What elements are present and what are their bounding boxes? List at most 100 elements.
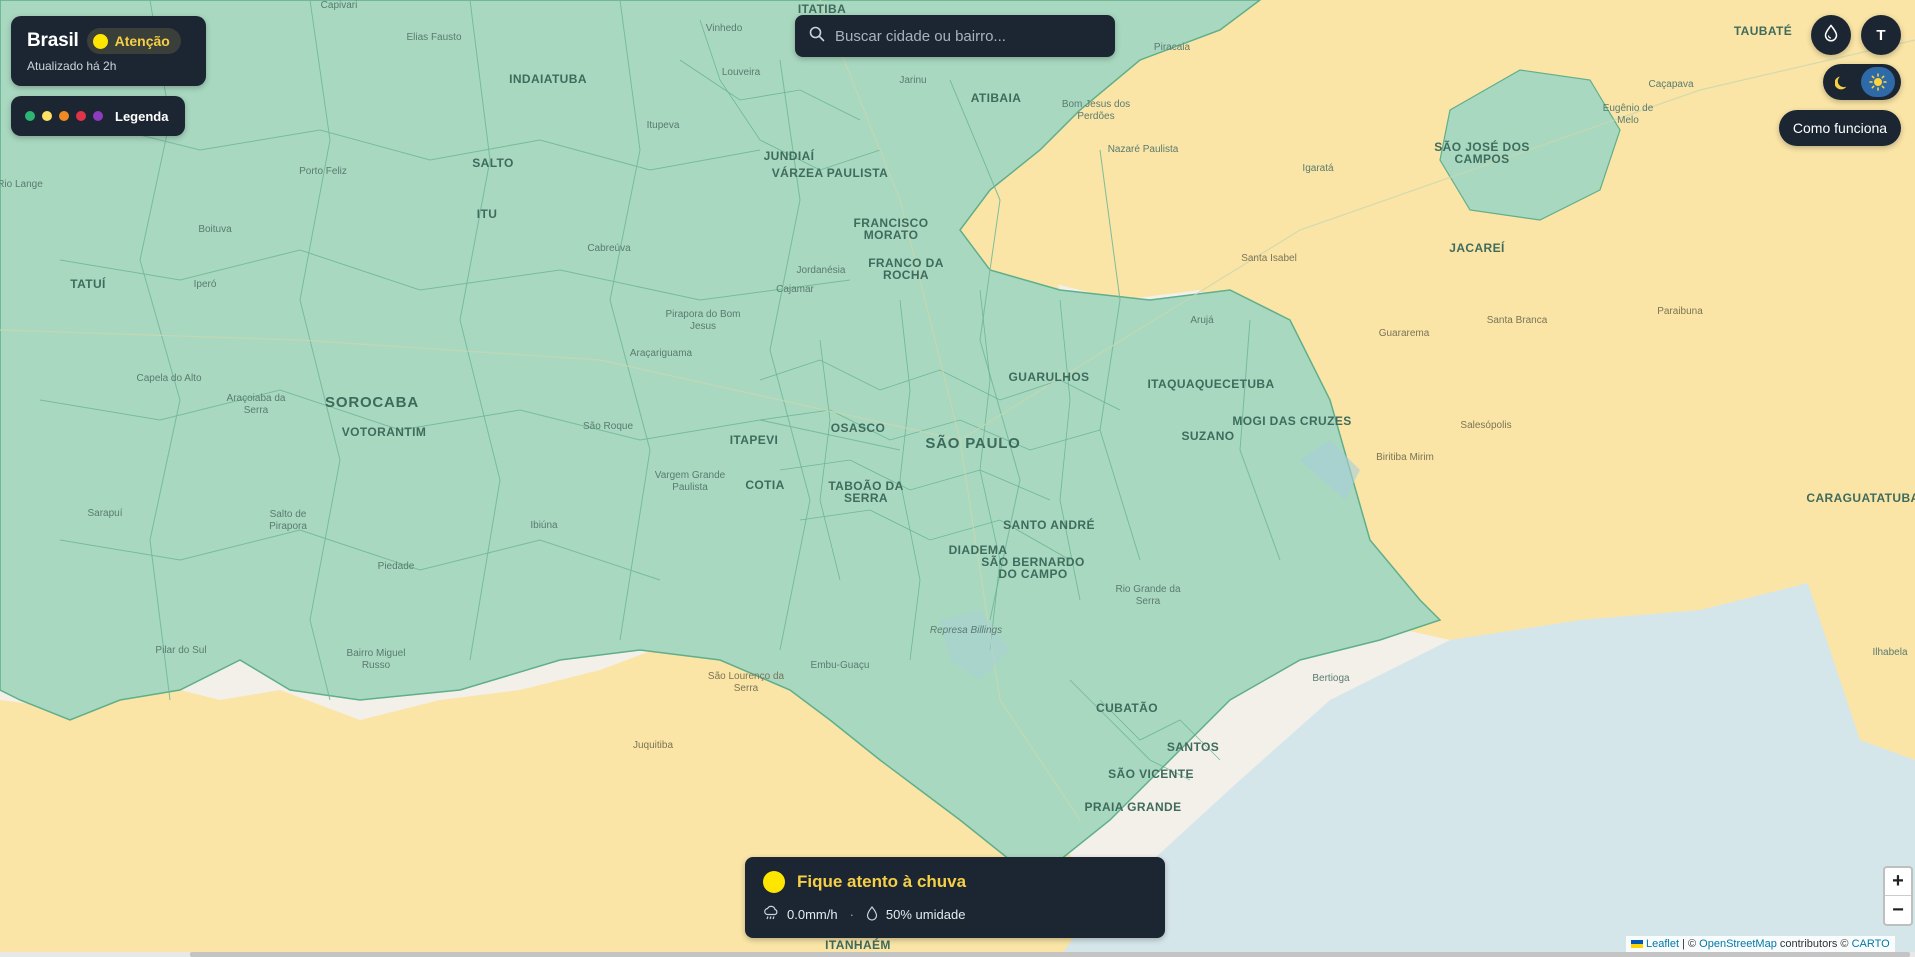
map-label: Rio Grande da Serra <box>1115 584 1181 607</box>
map-label: Represa Billings <box>929 625 1003 636</box>
attribution-separator: | © <box>1679 938 1700 950</box>
zoom-out-button[interactable]: − <box>1885 896 1911 924</box>
map-attribution: Leaflet | © OpenStreetMap contributors ©… <box>1626 936 1895 953</box>
map-label: Sarapuí <box>87 508 123 519</box>
rain-cloud-icon <box>763 905 779 924</box>
leaflet-link[interactable]: Leaflet <box>1646 938 1679 950</box>
map-label: Capela do Alto <box>136 373 202 384</box>
rain-layer-button[interactable] <box>1811 15 1851 55</box>
humidity-value: 50% umidade <box>885 907 966 922</box>
carto-link[interactable]: CARTO <box>1852 938 1890 950</box>
map-label: Iperó <box>193 279 217 290</box>
map-label: Igaratá <box>1302 163 1334 174</box>
map-label: Bom Jesus dos Perdões <box>1061 99 1131 122</box>
map-label: ITAPEVI <box>729 433 779 447</box>
map-label: Salesópolis <box>1460 420 1512 431</box>
moon-icon[interactable] <box>1827 68 1859 96</box>
map-label: Piracaia <box>1153 42 1191 53</box>
map-label: VÁRZEA PAULISTA <box>771 166 889 180</box>
map-label: Bertioga <box>1312 673 1350 684</box>
map-label: Embu-Guaçu <box>810 660 870 671</box>
map-label: Capivari <box>320 0 358 11</box>
droplet-icon <box>1823 23 1839 47</box>
map-label: SOROCABA <box>325 394 419 411</box>
map-label: CUBATÃO <box>1096 701 1158 715</box>
legend-dot-purple <box>93 111 103 121</box>
legend-button[interactable]: Legenda <box>11 96 185 136</box>
map-label: TABOÃO DA SERRA <box>828 479 904 505</box>
avatar-button[interactable]: T <box>1861 15 1901 55</box>
map-label: Jarinu <box>899 75 927 86</box>
map-label: SALTO <box>472 156 514 170</box>
map-label: SÃO VICENTE <box>1108 767 1194 781</box>
map-label: CARAGUATATUBA <box>1806 491 1915 505</box>
weather-map[interactable]: Capivari Elias Fausto Vinhedo ITATIBA Pi… <box>0 0 1915 957</box>
status-label: Atenção <box>114 33 170 49</box>
alert-status-dot <box>763 871 785 893</box>
how-it-works-button[interactable]: Como funciona <box>1779 110 1901 146</box>
map-label: São Roque <box>582 421 634 432</box>
map-label: Guararema <box>1378 328 1430 339</box>
legend-label: Legenda <box>115 108 169 124</box>
map-label: Vinhedo <box>705 23 743 34</box>
humidity-icon <box>866 905 878 924</box>
map-base-layer <box>0 0 1915 957</box>
map-label: Bairro Miguel Russo <box>346 648 406 671</box>
zoom-in-button[interactable]: + <box>1885 868 1911 896</box>
map-label: Santa Branca <box>1486 315 1548 326</box>
zoom-control: + − <box>1883 866 1913 926</box>
horizontal-scrollbar[interactable] <box>0 952 1915 957</box>
map-label: Rio Lange <box>0 179 43 190</box>
map-label: Araçoiaba da Serra <box>226 393 286 416</box>
sun-icon[interactable] <box>1861 67 1895 97</box>
map-label: Itupeva <box>646 120 680 131</box>
map-label: ITU <box>476 207 498 221</box>
map-label: Eugênio de Melo <box>1602 103 1654 126</box>
attribution-contributors: contributors © <box>1776 938 1852 950</box>
search-bar[interactable] <box>795 15 1115 57</box>
map-label: COTIA <box>745 478 785 492</box>
map-label: Ilhabela <box>1872 647 1908 658</box>
scrollbar-thumb[interactable] <box>190 952 1910 957</box>
map-label: FRANCISCO MORATO <box>853 216 929 242</box>
map-label: SANTOS <box>1166 740 1220 754</box>
avatar-initial: T <box>1876 26 1886 44</box>
alert-card: Fique atento à chuva 0.0mm/h · 50% umida… <box>745 857 1165 938</box>
map-label: Pilar do Sul <box>155 645 207 656</box>
legend-dot-yellow <box>42 111 52 121</box>
map-label: VOTORANTIM <box>341 425 427 439</box>
map-label: MOGI DAS CRUZES <box>1232 414 1352 428</box>
map-label: Jordanésia <box>796 265 846 276</box>
map-label: JACAREÍ <box>1449 241 1505 255</box>
theme-toggle[interactable] <box>1823 64 1901 100</box>
map-label: Ibiúna <box>530 520 558 531</box>
map-label: Salto de Pirapora <box>269 509 307 532</box>
map-label: TAUBATÉ <box>1733 24 1793 38</box>
legend-dot-orange <box>59 111 69 121</box>
status-badge[interactable]: Atenção <box>86 28 181 54</box>
map-label: SUZANO <box>1181 429 1235 443</box>
region-card: Brasil Atenção Atualizado há 2h <box>11 16 206 86</box>
status-dot <box>92 33 108 49</box>
search-icon <box>809 26 825 47</box>
map-label: FRANCO DA ROCHA <box>868 256 944 282</box>
map-label: SANTO ANDRÉ <box>1003 518 1095 532</box>
legend-dot-green <box>25 111 35 121</box>
map-label: TATUÍ <box>70 277 106 291</box>
map-label: JUNDIAÍ <box>763 149 815 163</box>
map-label: Boituva <box>198 224 232 235</box>
map-label: Cajamar <box>776 284 814 295</box>
rain-rate: 0.0mm/h <box>787 907 838 922</box>
map-label: OSASCO <box>830 421 886 435</box>
map-label: Juquitiba <box>632 740 674 751</box>
map-label: Biritiba Mirim <box>1376 452 1434 463</box>
updated-time: Atualizado há 2h <box>27 59 117 73</box>
map-label: Elias Fausto <box>406 32 462 43</box>
map-label: Arujá <box>1190 315 1214 326</box>
map-label: ITAQUAQUECETUBA <box>1147 377 1275 391</box>
osm-link[interactable]: OpenStreetMap <box>1699 938 1777 950</box>
region-name: Brasil <box>27 30 79 51</box>
map-label: Araçariguama <box>629 348 693 359</box>
search-input[interactable] <box>835 27 1095 45</box>
map-label: Louveira <box>721 67 761 78</box>
